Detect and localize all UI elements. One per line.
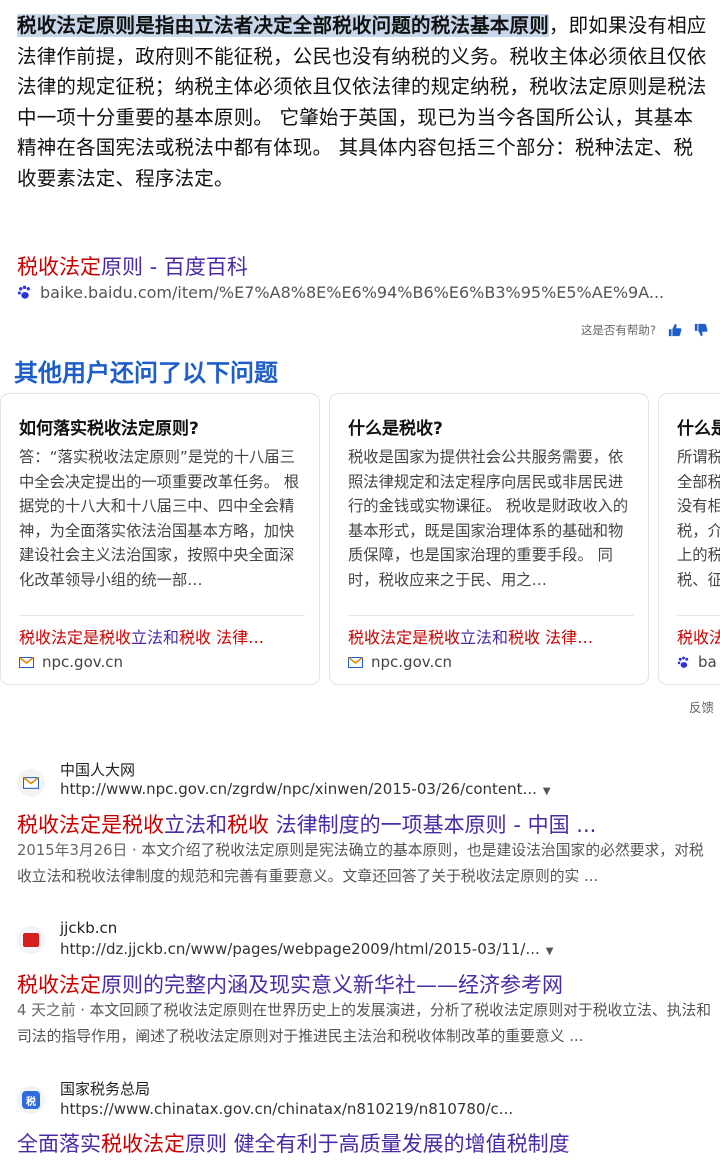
result-title[interactable]: 税收法定是税收立法和税收 法律制度的一项基本原则 - 中国 ...	[17, 809, 596, 839]
result-title-red[interactable]: 税收法定是税收	[17, 813, 164, 837]
thumbs-up-icon[interactable]	[668, 323, 682, 337]
result-snippet-text: · 本文回顾了税收法定原则在世界历史上的发展演进，分析了税收法定原则对于税收立法…	[17, 1002, 712, 1045]
answer-body: ，即如果没有相应法律作前提，政府则不能征税，公民也没有纳税的义务。税收主体必须依…	[17, 14, 707, 190]
paa-domain-text: npc.gov.cn	[42, 653, 123, 671]
source-url-text: baike.baidu.com/item/%E7%A8%8E%E6%94%B6%…	[40, 283, 665, 302]
paa-answer: 所谓税 全部税 没有相 税，介 上的税 税、征	[677, 448, 720, 589]
result-title-purple[interactable]: 立法和	[164, 813, 227, 837]
result-title[interactable]: 税收法定原则的完整内涵及现实意义新华社——经济参考网	[17, 969, 563, 999]
result-url-text[interactable]: http://dz.jjckb.cn/www/pages/webpage2009…	[60, 940, 540, 958]
source-link[interactable]: 税收法定原则 - 百度百科	[17, 251, 248, 281]
result-title[interactable]: 全面落实税收法定原则 健全有利于高质量发展的增值税制度	[17, 1128, 570, 1158]
result-site-name: 国家税务总局	[60, 1080, 151, 1098]
paa-link-purple[interactable]: 立法和	[131, 628, 179, 647]
result-site-name: jjckb.cn	[60, 919, 118, 937]
paa-question[interactable]: 如何落实税收法定原则?	[19, 414, 199, 439]
featured-answer: 税收法定原则是指由立法者决定全部税收问题的税法基本原则，即如果没有相应法律作前提…	[17, 11, 707, 194]
paa-carousel: 如何落实税收法定原则? 答：“落实税收法定原则”是党的十八届三中全会决定提出的一…	[0, 393, 720, 688]
paa-link-red[interactable]: 税收法定是税收	[348, 628, 460, 647]
paa-domain-text: npc.gov.cn	[371, 653, 452, 671]
divider	[348, 615, 634, 616]
source-url: baike.baidu.com/item/%E7%A8%8E%E6%94%B6%…	[17, 283, 664, 302]
paa-domain-text: ba	[698, 653, 717, 671]
result-snippet: 2015年3月26日 · 本文介绍了税收法定原则是宪法确立的基本原则，也是建设法…	[17, 838, 713, 890]
paa-link-purple[interactable]: 立法和	[460, 628, 508, 647]
result-date: 4 天之前	[17, 1002, 76, 1019]
paa-domain: npc.gov.cn	[348, 653, 452, 671]
paa-title: 其他用户还问了以下问题	[14, 359, 278, 387]
result-url[interactable]: http://dz.jjckb.cn/www/pages/webpage2009…	[60, 940, 553, 958]
helpful-label: 这是否有帮助?	[580, 323, 656, 337]
result-site-name: 中国人大网	[60, 761, 136, 779]
result-title-pre[interactable]: 全面落实	[17, 1132, 101, 1156]
paa-link[interactable]: 税收法定是税收立法和税收 法律…	[19, 624, 264, 648]
npc-favicon-icon	[17, 769, 45, 797]
paa-answer: 税收是国家为提供社会公共服务需要，依照法律规定和法定程序向居民或非居民进行的金钱…	[348, 448, 629, 589]
result-title-rest[interactable]: 原则 健全有利于高质量发展的增值税制度	[185, 1132, 570, 1156]
result-title-rest[interactable]: 原则的完整内涵及现实意义新华社——经济参考网	[101, 973, 563, 997]
paa-question[interactable]: 什么是税收?	[348, 414, 443, 439]
result-snippet: 4 天之前 · 本文回顾了税收法定原则在世界历史上的发展演进，分析了税收法定原则…	[17, 998, 713, 1050]
paa-answer: 答：“落实税收法定原则”是党的十八届三中全会决定提出的一项重要改革任务。 根据党…	[19, 448, 300, 589]
paa-card[interactable]: 什么是税收? 税收是国家为提供社会公共服务需要，依照法律规定和法定程序向居民或非…	[329, 393, 649, 685]
result-url-text[interactable]: http://www.npc.gov.cn/zgrdw/npc/xinwen/2…	[60, 780, 537, 798]
source-title-rest[interactable]: 原则 - 百度百科	[101, 255, 248, 279]
helpful-bar: 这是否有帮助?	[581, 322, 708, 338]
paa-question[interactable]: 什么是	[677, 414, 720, 439]
npc-mail-icon	[348, 656, 363, 668]
result-date: 2015年3月26日	[17, 842, 128, 859]
answer-highlight: 税收法定原则是指由立法者决定全部税收问题的税法基本原则	[17, 14, 549, 37]
paa-link-red2[interactable]: 税收	[179, 628, 211, 647]
chinatax-favicon-icon: 税	[17, 1086, 45, 1114]
paa-link-red2[interactable]: 税收	[508, 628, 540, 647]
paa-link-rest[interactable]: 法律…	[540, 628, 593, 647]
paa-domain: npc.gov.cn	[19, 653, 123, 671]
jjckb-favicon-icon	[17, 926, 45, 954]
result-title-red2[interactable]: 税收	[227, 813, 269, 837]
baidu-paw-icon	[677, 656, 689, 668]
result-url[interactable]: https://www.chinatax.gov.cn/chinatax/n81…	[60, 1100, 513, 1118]
result-url[interactable]: http://www.npc.gov.cn/zgrdw/npc/xinwen/2…	[60, 780, 551, 798]
result-url-text[interactable]: https://www.chinatax.gov.cn/chinatax/n81…	[60, 1100, 513, 1118]
baidu-paw-icon	[17, 285, 30, 299]
feedback-link[interactable]: 反馈	[689, 697, 714, 716]
chevron-down-icon[interactable]: ▼	[546, 946, 554, 957]
result-title-red[interactable]: 税收法定	[17, 973, 101, 997]
paa-link-rest[interactable]: 法律…	[211, 628, 264, 647]
paa-link-red[interactable]: 税收法	[677, 628, 720, 647]
paa-card[interactable]: 什么是 所谓税 全部税 没有相 税，介 上的税 税、征 税收法 ba	[658, 393, 720, 685]
npc-mail-icon	[19, 656, 34, 668]
paa-link[interactable]: 税收法定是税收立法和税收 法律…	[348, 624, 593, 648]
divider	[677, 615, 720, 616]
paa-link[interactable]: 税收法	[677, 624, 720, 648]
source-title-red[interactable]: 税收法定	[17, 255, 101, 279]
paa-link-red[interactable]: 税收法定是税收	[19, 628, 131, 647]
paa-card[interactable]: 如何落实税收法定原则? 答：“落实税收法定原则”是党的十八届三中全会决定提出的一…	[0, 393, 320, 685]
paa-domain: ba	[677, 653, 717, 671]
thumbs-down-icon[interactable]	[694, 323, 708, 337]
result-title-rest[interactable]: 法律制度的一项基本原则 - 中国 ...	[269, 813, 597, 837]
chevron-down-icon[interactable]: ▼	[543, 786, 551, 797]
result-title-red[interactable]: 税收法定	[101, 1132, 185, 1156]
divider	[19, 615, 305, 616]
